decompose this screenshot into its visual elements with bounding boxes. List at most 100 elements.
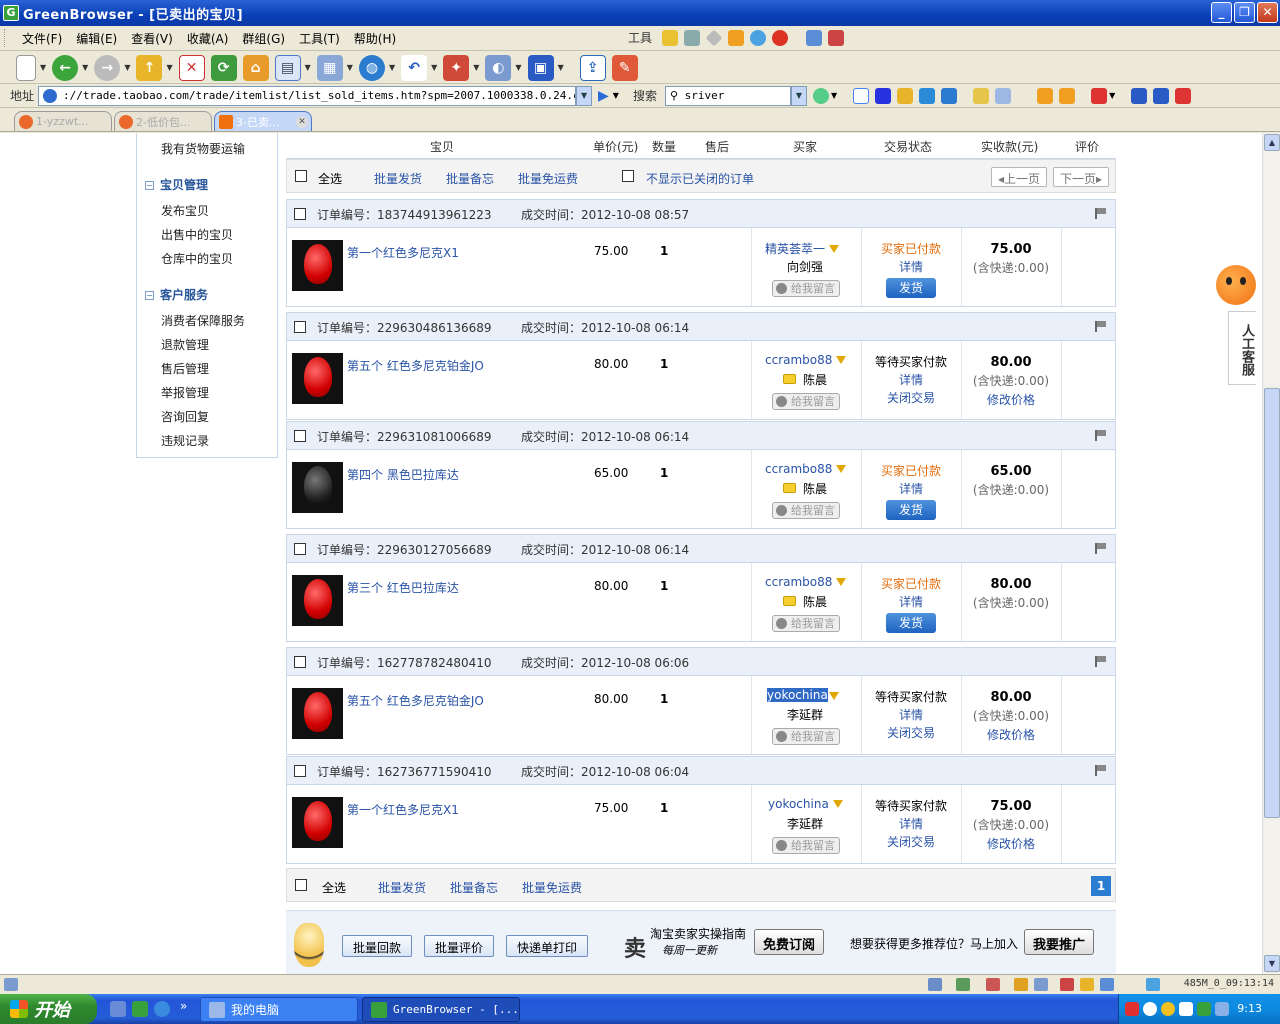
nav-item-selling[interactable]: 出售中的宝贝 — [161, 226, 233, 243]
arrow-icon[interactable] — [1143, 1002, 1157, 1016]
item-name[interactable]: 第四个 黑色巴拉库达 — [347, 466, 459, 483]
express-print-button[interactable]: 快递单打印 — [506, 935, 589, 957]
settings-icon[interactable] — [828, 29, 845, 46]
screenshot-icon[interactable] — [806, 29, 823, 46]
order-checkbox[interactable] — [294, 656, 306, 668]
modify-price-link[interactable]: 修改价格 — [961, 391, 1061, 410]
nav-item-violation[interactable]: 违规记录 — [161, 432, 209, 449]
scroll-up-icon[interactable]: ▲ — [1264, 134, 1280, 151]
item-name[interactable]: 第五个 红色多尼克铂金JO — [347, 692, 484, 709]
quicklaunch-ie-icon[interactable] — [154, 1001, 170, 1017]
item-thumbnail[interactable] — [292, 462, 343, 513]
close-button[interactable]: ✕ — [1257, 2, 1278, 23]
tab-2[interactable]: 2-低价包... — [114, 111, 212, 131]
address-input[interactable]: ://trade.taobao.com/trade/itemlist/list_… — [38, 85, 577, 106]
leave-message-button[interactable]: 给我留言 — [772, 728, 840, 745]
undo-close-icon[interactable]: ↶ — [401, 54, 428, 81]
scroll-thumb[interactable] — [1264, 388, 1280, 818]
hide-closed-checkbox[interactable] — [622, 170, 634, 182]
plugin-icon[interactable]: ✦ — [443, 54, 470, 81]
find-icon[interactable] — [995, 87, 1012, 104]
baidu-icon[interactable] — [875, 87, 892, 104]
menu-view[interactable]: 查看(V) — [124, 30, 180, 47]
buyer-nick[interactable]: yokochina — [767, 688, 828, 702]
clean-icon[interactable] — [662, 29, 679, 46]
buyer-nick[interactable]: ccrambo88 — [765, 575, 847, 589]
quicklaunch-more-icon[interactable]: » — [180, 999, 187, 1013]
search-dropdown-icon[interactable]: ▼ — [790, 85, 807, 106]
batch-refund-button[interactable]: 批量回款 — [342, 935, 413, 957]
buyer-nick[interactable]: 精英荟萃一 — [765, 240, 840, 257]
filter-icon[interactable] — [829, 245, 840, 253]
google-icon[interactable] — [853, 87, 870, 104]
nav-group-items[interactable]: − 宝贝管理 — [145, 176, 208, 193]
globe-dropdown-icon[interactable]: ▼ — [389, 63, 395, 72]
order-checkbox[interactable] — [294, 543, 306, 555]
ship-button[interactable]: 发货 — [886, 278, 936, 298]
skin-dropdown-icon[interactable]: ▼ — [515, 63, 521, 72]
customer-service-label[interactable]: 人工客服 — [1228, 311, 1256, 385]
collapse-icon[interactable]: − — [145, 291, 154, 300]
scroll-down-icon[interactable]: ▼ — [1264, 955, 1280, 972]
input-icon[interactable] — [1179, 1002, 1193, 1016]
select-all-checkbox[interactable] — [295, 879, 307, 891]
green-app-icon[interactable] — [1197, 1002, 1211, 1016]
save-icon[interactable]: ▣ — [527, 54, 554, 81]
fullscreen-icon[interactable]: ⇪ — [579, 54, 606, 81]
proxy-icon[interactable] — [956, 978, 970, 991]
go-up-icon[interactable]: ↑ — [136, 54, 163, 81]
menu-file[interactable]: 文件(F) — [15, 30, 69, 47]
undo-dropdown-icon[interactable]: ▼ — [431, 63, 437, 72]
leave-message-button[interactable]: 给我留言 — [772, 837, 840, 854]
next-page-button[interactable]: 下一页▸ — [1053, 167, 1110, 187]
nav-item-refund[interactable]: 退款管理 — [161, 336, 209, 353]
script-toggle-icon[interactable] — [1034, 978, 1048, 991]
batch-memo-link[interactable]: 批量备忘 — [446, 170, 494, 187]
stop-icon[interactable]: ✕ — [178, 54, 205, 81]
menu-edit[interactable]: 编辑(E) — [69, 30, 124, 47]
network-icon[interactable] — [1215, 1002, 1229, 1016]
music-search-icon[interactable] — [919, 87, 936, 104]
engine-dropdown-icon[interactable]: ▼ — [831, 91, 837, 100]
flag-icon[interactable] — [1095, 543, 1107, 554]
flag-icon[interactable] — [1095, 321, 1107, 332]
tab-close-icon[interactable]: ✕ — [296, 115, 308, 128]
task-greenbrowser[interactable]: GreenBrowser - [... — [362, 997, 520, 1022]
activex-icon[interactable] — [1060, 978, 1074, 991]
shopping-search-icon[interactable] — [941, 87, 958, 104]
vertical-scrollbar[interactable]: ▲ ▼ — [1262, 133, 1280, 974]
image-search-icon[interactable] — [897, 87, 914, 104]
flag-icon[interactable] — [1095, 765, 1107, 776]
save-dropdown-icon[interactable]: ▼ — [558, 63, 564, 72]
item-name[interactable]: 第一个红色多尼克X1 — [347, 801, 459, 818]
modify-price-link[interactable]: 修改价格 — [961, 835, 1061, 854]
back-dropdown-icon[interactable]: ▼ — [82, 63, 88, 72]
home-icon[interactable]: ⌂ — [242, 54, 269, 81]
filter-icon[interactable] — [829, 692, 839, 700]
detail-link[interactable]: 详情 — [861, 593, 961, 611]
restore-button[interactable]: ❐ — [1234, 2, 1255, 23]
batch-ship-link[interactable]: 批量发货 — [374, 170, 422, 187]
quicklaunch-greenbrowser-icon[interactable] — [132, 1001, 148, 1017]
order-checkbox[interactable] — [294, 430, 306, 442]
pen-icon[interactable] — [728, 29, 745, 46]
tab-close-icon[interactable] — [1175, 87, 1192, 104]
leave-message-button[interactable]: 给我留言 — [772, 280, 840, 297]
popup-icon[interactable] — [1100, 978, 1114, 991]
filter-icon[interactable] — [836, 465, 847, 473]
nav-item-report[interactable]: 举报管理 — [161, 384, 209, 401]
skin-icon[interactable]: ◐ — [485, 54, 512, 81]
filter-icon[interactable] — [836, 578, 847, 586]
sound-icon[interactable] — [986, 978, 1000, 991]
select-all-checkbox[interactable] — [295, 170, 307, 182]
forward-icon[interactable]: → — [94, 54, 121, 81]
tab-view-icon[interactable]: ▤ — [274, 54, 301, 81]
address-dropdown-icon[interactable]: ▼ — [576, 85, 593, 106]
tab-3[interactable]: 3-已卖... ✕ — [214, 111, 312, 131]
item-thumbnail[interactable] — [292, 575, 343, 626]
promote-button[interactable]: 我要推广 — [1024, 929, 1095, 955]
nav-item-warehouse[interactable]: 仓库中的宝贝 — [161, 250, 233, 267]
ship-button[interactable]: 发货 — [886, 500, 936, 520]
magnifier-icon[interactable] — [750, 29, 767, 46]
flag-icon[interactable] — [1095, 430, 1107, 441]
